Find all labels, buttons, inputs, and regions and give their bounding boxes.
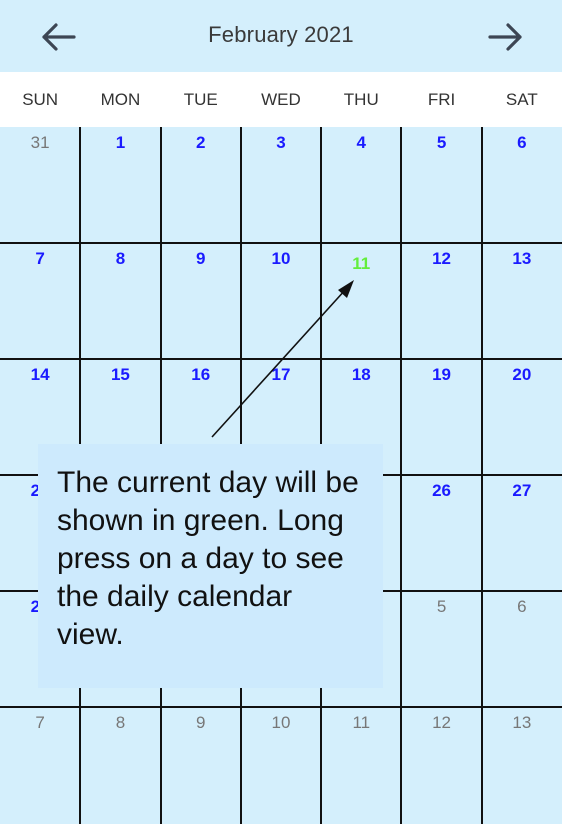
help-tooltip: The current day will be shown in green. … bbox=[38, 444, 383, 688]
calendar-screen: February 2021 SUN MON TUE WED THU FRI SAT 31 1 2… bbox=[0, 0, 562, 824]
tooltip-pointer-arrow bbox=[211, 280, 354, 438]
